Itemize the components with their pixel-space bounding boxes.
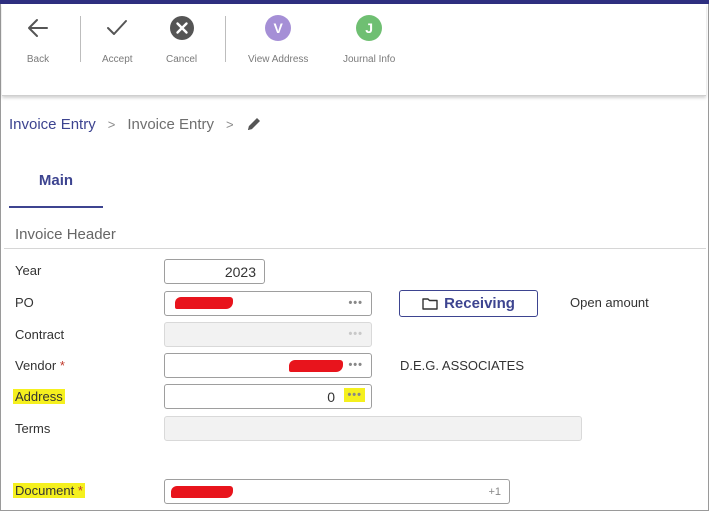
po-lookup-icon[interactable]: ••• (348, 298, 363, 309)
address-field[interactable]: 0 ••• (164, 384, 372, 409)
vendor-label: Vendor * (15, 357, 65, 375)
folder-icon (422, 298, 438, 310)
terms-label: Terms (15, 421, 51, 436)
breadcrumb-invoice-entry-current: Invoice Entry (127, 115, 215, 133)
invoice-header-title: Invoice Header (15, 226, 116, 243)
required-mark: * (77, 483, 83, 498)
journal-info-label: Journal Info (343, 54, 396, 65)
open-amount-label: Open amount (570, 295, 649, 310)
receiving-button[interactable]: Receiving (399, 290, 538, 317)
address-label-text: Address (13, 389, 65, 404)
toolbar-separator (225, 16, 226, 62)
back-arrow-icon (24, 14, 52, 42)
year-value: 2023 (224, 264, 256, 280)
cancel-circle-icon (168, 14, 196, 42)
document-label: Document * (13, 482, 85, 500)
view-address-label: View Address (248, 54, 309, 65)
vendor-field[interactable]: ••• (164, 353, 372, 378)
document-label-value: Document (15, 483, 75, 498)
view-address-letter: V (265, 15, 292, 41)
back-label: Back (26, 54, 50, 65)
redaction-mark (171, 486, 233, 498)
view-address-button[interactable]: V View Address (248, 14, 308, 76)
cancel-label: Cancel (166, 54, 198, 65)
journal-info-icon: J (355, 14, 383, 42)
vendor-name: D.E.G. ASSOCIATES (400, 358, 525, 373)
accept-label: Accept (102, 54, 133, 65)
receiving-label: Receiving (444, 295, 515, 312)
contract-lookup-icon: ••• (348, 328, 363, 340)
year-field[interactable]: 2023 (164, 259, 265, 284)
pencil-icon[interactable] (246, 116, 262, 132)
vendor-lookup-icon[interactable]: ••• (348, 360, 363, 371)
address-lookup-icon[interactable]: ••• (344, 388, 365, 402)
address-label: Address (13, 388, 65, 406)
po-field[interactable]: ••• (164, 291, 372, 316)
toolbar: Back Accept Cancel V View Address J Jour… (2, 4, 706, 96)
address-value: 0 (327, 389, 335, 405)
document-field[interactable]: +1 (164, 479, 510, 504)
toolbar-separator (80, 16, 81, 62)
back-button[interactable]: Back (24, 14, 52, 76)
cancel-button[interactable]: Cancel (166, 14, 197, 76)
tab-main[interactable]: Main (9, 160, 103, 208)
contract-field: ••• (164, 322, 372, 347)
document-label-text: Document * (13, 483, 85, 498)
po-label: PO (15, 295, 34, 310)
vendor-label-text: Vendor (15, 358, 57, 373)
document-suffix: +1 (488, 486, 501, 498)
view-address-icon: V (264, 14, 292, 42)
checkmark-icon (103, 14, 131, 42)
accept-button[interactable]: Accept (102, 14, 133, 76)
required-mark: * (59, 358, 65, 373)
breadcrumb-separator: > (226, 116, 234, 132)
redaction-mark (289, 360, 343, 372)
contract-label: Contract (15, 327, 65, 342)
breadcrumb-separator: > (107, 116, 116, 132)
journal-info-letter: J (356, 15, 383, 41)
breadcrumb-invoice-entry-link[interactable]: Invoice Entry (9, 116, 96, 133)
breadcrumb: Invoice Entry > Invoice Entry > (9, 114, 262, 134)
year-label: Year (15, 263, 42, 278)
terms-field (164, 416, 582, 441)
journal-info-button[interactable]: J Journal Info (343, 14, 395, 76)
section-divider (4, 248, 706, 249)
redaction-mark (175, 297, 233, 309)
